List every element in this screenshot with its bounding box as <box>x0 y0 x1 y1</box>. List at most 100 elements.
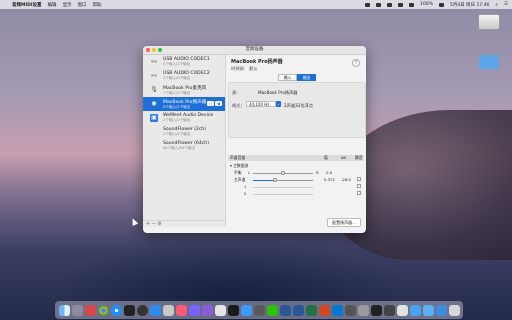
word-icon[interactable] <box>292 304 304 316</box>
header-value: 值 <box>324 155 328 160</box>
chrome-icon[interactable] <box>97 304 109 316</box>
sample-rate-select[interactable]: 44,100 Hz ⌄ <box>246 101 281 107</box>
app-icon[interactable] <box>344 304 356 316</box>
launchpad-icon[interactable] <box>71 304 83 316</box>
device-io: 2个输入/0个输出 <box>163 76 191 80</box>
clock-source-value[interactable]: 默认 <box>249 66 257 71</box>
alert-badge-icon[interactable]: ◀ <box>215 101 222 106</box>
device-item[interactable]: SoundFlower (64ch) 64个输入/64个输出 <box>143 139 225 153</box>
safari-icon[interactable] <box>110 304 122 316</box>
status-icon[interactable] <box>364 2 370 7</box>
app-icon[interactable] <box>227 304 239 316</box>
disk-icon[interactable] <box>478 14 500 30</box>
app-icon[interactable] <box>214 304 226 316</box>
channel-label: 1 <box>244 184 247 189</box>
app-icon[interactable] <box>84 304 96 316</box>
folder-icon[interactable] <box>435 304 447 316</box>
menu-item-edit[interactable]: 编辑 <box>48 2 57 8</box>
sidebar-footer-buttons[interactable]: + − ⚙ <box>143 220 225 227</box>
finder-icon[interactable] <box>58 304 70 316</box>
mute-checkbox[interactable] <box>357 191 361 195</box>
app-icon[interactable] <box>253 304 265 316</box>
app-icon[interactable] <box>136 304 148 316</box>
minimize-icon[interactable] <box>152 48 156 52</box>
balance-value: 0.5 <box>326 170 333 175</box>
configure-speakers-button[interactable]: 配置扬声器... <box>327 218 361 227</box>
battery-icon[interactable] <box>438 2 444 7</box>
close-icon[interactable] <box>146 48 150 52</box>
app-icon[interactable] <box>396 304 408 316</box>
usb-icon: ⧟ <box>150 58 157 65</box>
app-icon[interactable] <box>162 304 174 316</box>
channel-row: 1 <box>228 183 364 190</box>
zoom-icon[interactable] <box>158 48 162 52</box>
powerpoint-icon[interactable] <box>318 304 330 316</box>
app-icon[interactable] <box>188 304 200 316</box>
device-item[interactable]: ▣ WeMeet Audio Device 2个输入/2个输出 <box>143 111 225 125</box>
volume-table-header: 声道音量 值 dB 静音 <box>228 155 364 161</box>
mute-checkbox[interactable] <box>357 184 361 188</box>
folder-icon[interactable] <box>422 304 434 316</box>
device-name: MacBook Pro麦克风 <box>163 86 207 91</box>
tab-input[interactable]: 输入 <box>278 74 297 81</box>
wechat-icon[interactable] <box>266 304 278 316</box>
channel-format-value[interactable]: 2声道32位浮点 <box>284 103 313 109</box>
menu-item-window[interactable]: 窗口 <box>78 2 87 8</box>
app-icon[interactable] <box>240 304 252 316</box>
menu-clock[interactable]: 5月4日 周日 17:46 <box>450 2 490 8</box>
header-channel-volume: 声道音量 <box>230 155 246 160</box>
menu-app-name[interactable]: 音频MIDI设置 <box>12 2 42 8</box>
balance-right: R <box>316 170 319 175</box>
device-item[interactable]: ⧟ USB AUDIO CODEC1 0个输入/2个输出 <box>143 55 225 69</box>
device-item[interactable]: 🎙 MacBook Pro麦克风 1个输入/0个输出 <box>143 83 225 97</box>
balance-left: L <box>248 170 251 175</box>
app-store-icon[interactable] <box>149 304 161 316</box>
device-io: 2个输入/2个输出 <box>163 132 191 136</box>
mouse-pointer-icon <box>129 217 139 226</box>
master-volume-slider[interactable] <box>273 178 278 182</box>
device-name: USB AUDIO CODEC1 <box>163 57 210 62</box>
tab-output[interactable]: 输出 <box>297 74 316 81</box>
wifi-icon[interactable] <box>397 2 403 7</box>
app-icon[interactable] <box>279 304 291 316</box>
app-icon[interactable] <box>201 304 213 316</box>
channel-track <box>253 194 313 195</box>
outlook-icon[interactable] <box>331 304 343 316</box>
device-item[interactable]: ⧟ USB AUDIO CODEC2 2个输入/0个输出 <box>143 69 225 83</box>
app-icon[interactable] <box>123 304 135 316</box>
master-volume-value: 0.372 <box>324 177 335 182</box>
output-badge-icon[interactable]: ◁ <box>207 101 214 106</box>
device-item[interactable]: SoundFlower (2ch) 2个输入/2个输出 <box>143 125 225 139</box>
app-icon[interactable] <box>357 304 369 316</box>
help-icon[interactable]: ? <box>352 59 360 67</box>
folder-icon[interactable] <box>479 55 501 71</box>
device-item-selected[interactable]: ◉ MacBook Pro扬声器 0个输入/2个输出 ◁ ◀ <box>143 97 225 111</box>
speaker-icon: ◉ <box>151 100 157 107</box>
excel-icon[interactable] <box>305 304 317 316</box>
music-icon[interactable] <box>175 304 187 316</box>
wemeet-icon: ▣ <box>150 114 158 122</box>
master-stream-row[interactable]: ▾ 主数据流 <box>228 162 364 169</box>
menu-item-help[interactable]: 帮助 <box>93 2 102 8</box>
chevron-down-icon[interactable]: ⌄ <box>276 101 281 107</box>
channel-label: 2 <box>244 191 247 196</box>
balance-slider[interactable] <box>281 171 285 175</box>
app-icon[interactable] <box>370 304 382 316</box>
control-center-icon[interactable]: ☰ <box>504 2 508 7</box>
status-icon[interactable] <box>386 2 392 7</box>
menu-item-view[interactable]: 显示 <box>63 2 72 8</box>
app-icon[interactable] <box>383 304 395 316</box>
downloads-folder-icon[interactable] <box>409 304 421 316</box>
audio-devices-window: 音频设备 ⧟ USB AUDIO CODEC1 0个输入/2个输出 ⧟ USB … <box>143 46 366 233</box>
device-name: WeMeet Audio Device <box>163 113 214 118</box>
device-io: 0个输入/2个输出 <box>163 62 191 66</box>
trash-icon[interactable] <box>448 304 460 316</box>
battery-percent[interactable]: 100% <box>420 2 433 7</box>
usb-icon: ⧟ <box>150 72 157 79</box>
volume-icon[interactable] <box>408 2 414 7</box>
status-icon[interactable] <box>375 2 381 7</box>
window-titlebar: 音频设备 <box>143 46 366 55</box>
search-icon[interactable]: ⌕ <box>495 2 498 8</box>
mute-checkbox[interactable] <box>357 177 361 181</box>
format-label: 格式： <box>232 103 245 108</box>
